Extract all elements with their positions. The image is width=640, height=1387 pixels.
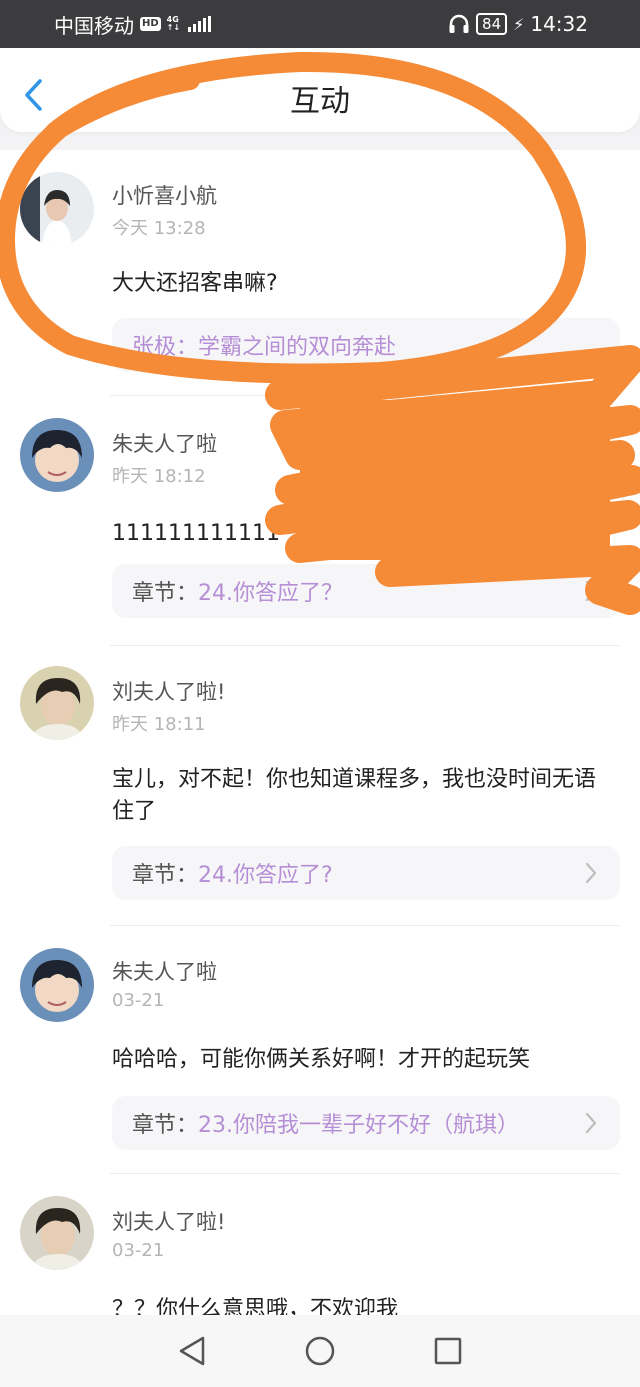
user-photo (20, 1196, 94, 1270)
chevron-right-icon (585, 1112, 597, 1134)
headphones-icon (449, 14, 469, 33)
username[interactable]: 小忻喜小航 (112, 180, 217, 210)
chapter-title: 23.你陪我一辈子好不好（航琪） (198, 1113, 520, 1138)
timestamp: 昨天 18:12 (112, 466, 206, 487)
chapter-label: 章节： (132, 1113, 199, 1138)
header: 互动 (0, 48, 640, 132)
chapter-link[interactable]: 张极： 学霸之间的双向奔赴 (112, 318, 620, 372)
chapter-label: 章节： (132, 863, 199, 888)
timestamp: 03-21 (112, 1240, 165, 1261)
chapter-label: 张极： (132, 335, 199, 360)
user-photo (20, 172, 94, 246)
recents-button[interactable] (430, 1333, 466, 1369)
username[interactable]: 刘夫人了啦! (112, 676, 225, 706)
charging-bolt-icon: ⚡ (513, 14, 525, 34)
home-circle-icon (305, 1336, 335, 1366)
comment-item[interactable]: 小忻喜小航 今天 13:28 大大还招客串嘛? 张极： 学霸之间的双向奔赴 (0, 150, 640, 395)
network-indicator: 4G ↑↓ (167, 16, 180, 32)
comment-text: 大大还招客串嘛? (112, 271, 278, 296)
comment-item[interactable]: 刘夫人了啦! 昨天 18:11 宝儿，对不起！你也知道课程多，我也没时间无语住了… (0, 646, 640, 926)
interaction-feed[interactable]: 小忻喜小航 今天 13:28 大大还招客串嘛? 张极： 学霸之间的双向奔赴 朱夫… (0, 150, 640, 1315)
battery-icon: 84 (476, 13, 508, 35)
user-photo (20, 666, 94, 740)
username[interactable]: 刘夫人了啦! (112, 1206, 225, 1236)
chapter-link[interactable]: 章节： 24.你答应了？ (112, 564, 620, 618)
chapter-title: 学霸之间的双向奔赴 (198, 335, 397, 360)
timestamp: 03-21 (112, 990, 165, 1011)
status-left: 中国移动 HD 4G ↑↓ (54, 10, 212, 39)
back-triangle-icon (179, 1336, 205, 1366)
comment-text: 111111111111 (112, 521, 280, 546)
avatar[interactable] (20, 948, 94, 1022)
avatar[interactable] (20, 1196, 94, 1270)
user-photo (20, 418, 94, 492)
status-bar: 中国移动 HD 4G ↑↓ 84 ⚡ 14:32 (0, 0, 640, 48)
comment-item[interactable]: 朱夫人了啦 03-21 哈哈哈，可能你俩关系好啊！才开的起玩笑 章节： 23.你… (0, 926, 640, 1174)
comment-item[interactable]: 朱夫人了啦 昨天 18:12 111111111111 章节： 24.你答应了？ (0, 396, 640, 646)
back-triangle-button[interactable] (174, 1333, 210, 1369)
avatar[interactable] (20, 418, 94, 492)
comment-text: ？？你什么意思哦，不欢迎我 (112, 1297, 399, 1315)
comment-text: 宝儿，对不起！你也知道课程多，我也没时间无语住了 (112, 767, 597, 824)
system-navigation-bar (0, 1315, 640, 1387)
signal-icon (188, 16, 212, 32)
recents-square-icon (434, 1337, 462, 1365)
network-arrows: ↑↓ (166, 23, 181, 32)
username[interactable]: 朱夫人了啦 (112, 956, 217, 986)
chevron-right-icon (585, 580, 597, 602)
chapter-title: 24.你答应了? (198, 863, 333, 888)
carrier-name: 中国移动 (54, 13, 134, 38)
avatar[interactable] (20, 666, 94, 740)
username[interactable]: 朱夫人了啦 (112, 428, 217, 458)
avatar[interactable] (20, 172, 94, 246)
timestamp: 昨天 18:11 (112, 714, 206, 735)
comment-text: 哈哈哈，可能你俩关系好啊！才开的起玩笑 (112, 1047, 531, 1072)
timestamp: 今天 13:28 (112, 218, 206, 239)
hd-badge: HD (140, 17, 161, 31)
clock: 14:32 (530, 12, 588, 36)
page-title: 互动 (290, 84, 350, 119)
chevron-right-icon (585, 862, 597, 884)
chapter-link[interactable]: 章节： 24.你答应了? (112, 846, 620, 900)
chapter-title: 24.你答应了？ (198, 581, 344, 606)
chapter-link[interactable]: 章节： 23.你陪我一辈子好不好（航琪） (112, 1096, 620, 1150)
user-photo (20, 948, 94, 1022)
status-right: 84 ⚡ 14:32 (448, 12, 588, 36)
comment-item[interactable]: 刘夫人了啦! 03-21 ？？你什么意思哦，不欢迎我 (0, 1174, 640, 1315)
home-button[interactable] (302, 1333, 338, 1369)
chapter-label: 章节： (132, 581, 199, 606)
